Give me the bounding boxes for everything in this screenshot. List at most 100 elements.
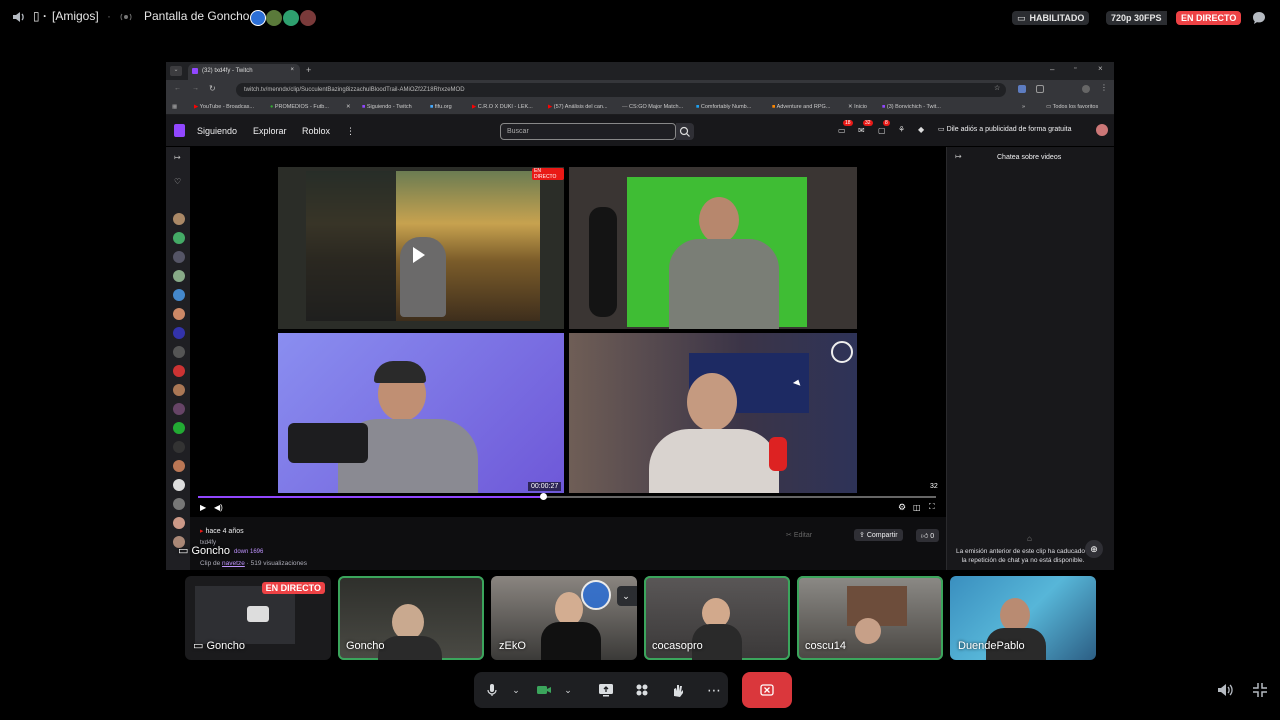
bookmark[interactable]: ▶ (57) Análisis del can...: [548, 104, 608, 110]
bookmark[interactable]: ✕: [346, 104, 351, 110]
volume-icon[interactable]: [1216, 681, 1234, 704]
edit-button[interactable]: ✂ Editar: [786, 531, 812, 539]
extension-icon[interactable]: [1018, 85, 1026, 93]
forward-icon[interactable]: →: [192, 85, 199, 92]
nav-following[interactable]: Siguiendo: [197, 126, 237, 136]
participant-tile[interactable]: DuendePablo: [950, 576, 1096, 660]
camera-options-chevron-icon[interactable]: ⌄: [556, 678, 580, 702]
more-options-icon[interactable]: ⋯: [702, 678, 726, 702]
channel-name[interactable]: [Amigos]: [52, 9, 99, 23]
exit-fullscreen-icon[interactable]: [1252, 682, 1268, 703]
play-icon[interactable]: ▶: [200, 503, 206, 512]
bookmark[interactable]: ■ Siguiendo - Twitch: [362, 104, 412, 110]
video-player[interactable]: EN DIRECTO 00:00:27 32 ▶ ◀) ⚙ ◫ ⛶: [190, 147, 946, 517]
theater-mode-icon[interactable]: ◫: [913, 503, 921, 512]
bookmark[interactable]: ■ Adventure and RPG...: [772, 104, 830, 110]
clip-category[interactable]: down 1696: [234, 549, 263, 555]
progress-handle[interactable]: [540, 493, 547, 500]
channel-avatar[interactable]: [173, 441, 185, 453]
viewer-avatar[interactable]: [266, 10, 282, 26]
bookmark[interactable]: ■ Comfortably Numb...: [696, 104, 751, 110]
search-input[interactable]: Buscar: [500, 123, 676, 140]
channel-avatar[interactable]: [173, 251, 185, 263]
channel-avatar[interactable]: [173, 232, 185, 244]
share-button[interactable]: ⇪ Compartir: [854, 529, 903, 541]
new-tab-icon[interactable]: +: [306, 65, 311, 75]
prime-icon[interactable]: ▭: [838, 126, 846, 135]
viewer-avatar[interactable]: [300, 10, 316, 26]
channel-avatar[interactable]: [173, 289, 185, 301]
fullscreen-icon[interactable]: ⛶: [929, 502, 935, 512]
voice-channel-icon[interactable]: [12, 10, 26, 24]
settings-icon[interactable]: ⚙: [898, 502, 906, 513]
mic-options-chevron-icon[interactable]: ⌄: [504, 678, 528, 702]
channel-avatar[interactable]: [173, 479, 185, 491]
camera-icon[interactable]: [532, 678, 556, 702]
reload-icon[interactable]: ↻: [209, 84, 216, 93]
user-avatar[interactable]: [1096, 124, 1108, 136]
channel-avatar[interactable]: [173, 403, 185, 415]
participant-tile[interactable]: ⌄👥︎ zEkO: [491, 576, 637, 660]
window-close-icon[interactable]: ×: [1098, 64, 1103, 73]
nav-roblox[interactable]: Roblox: [302, 126, 330, 136]
chat-icon[interactable]: [1251, 10, 1267, 26]
shared-screen[interactable]: ⌄ (32) txd4fy - Twitch × + – ▫ × ← → ↻ t…: [166, 62, 1114, 570]
channel-avatar[interactable]: [173, 346, 185, 358]
zoom-icon[interactable]: ⊕: [1085, 540, 1103, 558]
extensions-icon[interactable]: ⚘: [898, 125, 905, 134]
minimize-icon[interactable]: –: [1050, 65, 1054, 74]
url-field[interactable]: twitch.tv/menndx/clip/SucculentBazing8iz…: [236, 83, 1006, 97]
profile-icon[interactable]: [1082, 85, 1090, 93]
bookmark[interactable]: ● PROMEDIOS - Futb...: [270, 104, 329, 110]
tile-menu[interactable]: ⌄👥︎: [617, 586, 637, 606]
collapse-sidebar-icon[interactable]: ↦: [174, 153, 181, 162]
participant-tile[interactable]: cocasopro: [644, 576, 790, 660]
tab-list-icon[interactable]: ⌄: [170, 66, 182, 76]
channel-avatar[interactable]: [173, 517, 185, 529]
browser-tab[interactable]: (32) txd4fy - Twitch ×: [188, 64, 300, 80]
whispers-icon[interactable]: ▢: [878, 126, 886, 135]
viewer-avatar[interactable]: [250, 10, 266, 26]
channel-avatar[interactable]: [173, 422, 185, 434]
discord-icon[interactable]: [283, 10, 299, 26]
screen-share-icon[interactable]: [594, 678, 618, 702]
bookmark[interactable]: ■ fifu.org: [430, 104, 452, 110]
participant-tile[interactable]: EN DIRECTO ▭ Goncho: [185, 576, 331, 660]
ad-free-button[interactable]: ▭ Dile adiós a publicidad de forma gratu…: [938, 125, 1071, 133]
nav-explore[interactable]: Explorar: [253, 126, 287, 136]
search-icon[interactable]: [676, 123, 694, 140]
channel-avatar[interactable]: [173, 365, 185, 377]
bookmark[interactable]: ▶ C.R.O X DUKI - LEK...: [472, 104, 533, 110]
all-bookmarks[interactable]: ▭ Todos los favoritos: [1046, 104, 1098, 110]
tab-close-icon[interactable]: ×: [290, 67, 294, 73]
participant-tile[interactable]: coscu14: [797, 576, 943, 660]
channel-avatar[interactable]: [173, 270, 185, 282]
bookmark[interactable]: ■ (3) Bonvichich - Twit...: [882, 104, 941, 110]
channel-avatar[interactable]: [173, 460, 185, 472]
volume-icon[interactable]: ◀): [214, 503, 223, 512]
bookmark[interactable]: ▶ YouTube - Broadcas...: [194, 104, 254, 110]
followed-icon[interactable]: ♡: [174, 177, 181, 186]
more-icon[interactable]: ⋮: [346, 126, 355, 137]
channel-avatar[interactable]: [173, 213, 185, 225]
bookmark[interactable]: ✕ Inicio: [848, 104, 867, 110]
disconnect-button[interactable]: [742, 672, 792, 708]
channel-avatar[interactable]: [173, 498, 185, 510]
channel-avatar[interactable]: [173, 384, 185, 396]
browser-menu-icon[interactable]: ⋮: [1100, 83, 1108, 92]
channel-avatar[interactable]: [173, 308, 185, 320]
extension-icon[interactable]: [1036, 85, 1044, 93]
channel-avatar[interactable]: [173, 327, 185, 339]
inbox-icon[interactable]: ✉: [858, 126, 865, 135]
back-icon[interactable]: ←: [174, 85, 181, 92]
bits-icon[interactable]: ◆: [918, 125, 924, 134]
participant-tile[interactable]: Goncho: [338, 576, 484, 660]
twitch-logo-icon[interactable]: [174, 124, 185, 137]
more-bookmarks-icon[interactable]: »: [1022, 104, 1025, 110]
bookmark[interactable]: — CS:GO Major Match...: [622, 104, 683, 110]
activities-icon[interactable]: [630, 678, 654, 702]
maximize-icon[interactable]: ▫: [1074, 65, 1076, 72]
soundboard-icon[interactable]: [666, 678, 690, 702]
apps-icon[interactable]: ▦: [172, 104, 177, 110]
play-icon[interactable]: [413, 247, 425, 263]
